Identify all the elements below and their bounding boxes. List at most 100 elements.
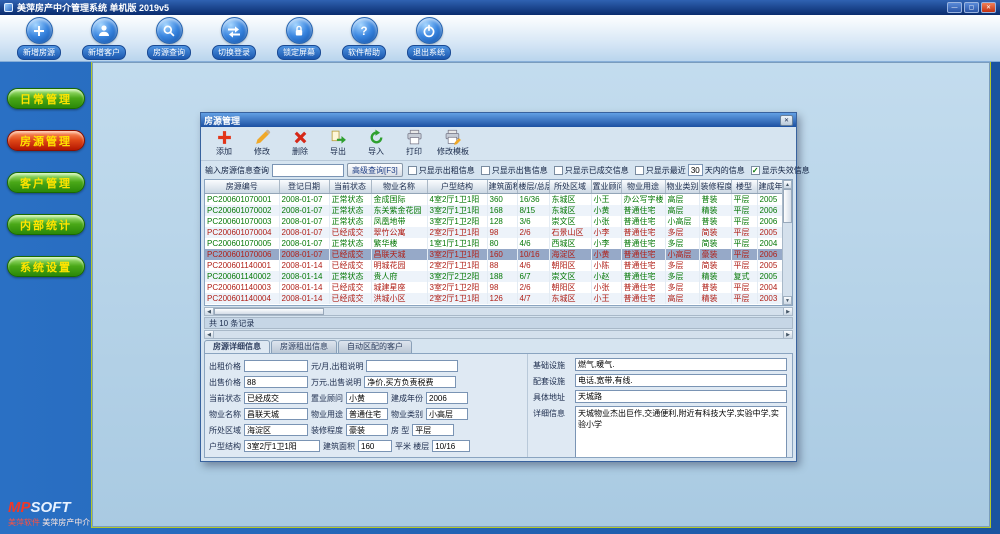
sidebar-item[interactable]: 客户管理 [7, 172, 85, 193]
column-header[interactable]: 装修程度 [699, 180, 731, 193]
field-input[interactable] [575, 374, 787, 387]
filter-checkbox[interactable]: 只显示出售信息 [481, 165, 548, 176]
scroll-left-icon[interactable] [205, 331, 214, 338]
field-input[interactable] [575, 358, 787, 371]
column-header[interactable]: 楼型 [731, 180, 757, 193]
minimize-button[interactable] [947, 2, 962, 13]
filter-checkbox[interactable]: ✓显示失效信息 [751, 165, 810, 176]
dialog-close-button[interactable] [780, 115, 793, 126]
cell: 平层 [731, 238, 757, 249]
checkbox-icon[interactable] [408, 166, 417, 175]
cell: 多层 [665, 238, 699, 249]
field-input[interactable] [426, 408, 468, 420]
scroll-right-icon[interactable] [783, 308, 792, 315]
toolbar-button[interactable]: 新增房源 [14, 17, 64, 61]
table-row[interactable]: PC2006010700012008-01-07正常状态金成国际4室2厅1卫1阳… [205, 193, 789, 205]
column-header[interactable]: 建筑面积 [487, 180, 517, 193]
dialog-titlebar[interactable]: 房源管理 [201, 113, 796, 127]
column-header[interactable]: 所处区域 [549, 180, 591, 193]
checkbox-icon[interactable] [554, 166, 563, 175]
field-input[interactable] [244, 376, 308, 388]
field-input[interactable] [412, 424, 454, 436]
column-header[interactable]: 当前状态 [329, 180, 371, 193]
field-input[interactable] [426, 392, 468, 404]
dialog-tool-button[interactable]: 导出 [323, 129, 353, 157]
column-header[interactable]: 楼层/总层 [517, 180, 549, 193]
detail-tab[interactable]: 房源详细信息 [204, 340, 270, 353]
table-row[interactable]: PC2006011400022008-01-14正常状态贵人府3室2厅2卫2阳1… [205, 271, 789, 282]
dialog-tool-button[interactable]: 打印 [399, 129, 429, 157]
hscroll-thumb[interactable] [214, 308, 324, 315]
field-input[interactable] [346, 424, 388, 436]
maximize-button[interactable] [964, 2, 979, 13]
sidebar-item[interactable]: 内部统计 [7, 214, 85, 235]
sidebar-item[interactable]: 房源管理 [7, 130, 85, 151]
sidebar-item[interactable]: 系统设置 [7, 256, 85, 277]
field-input[interactable] [366, 360, 458, 372]
toolbar-button[interactable]: 退出系统 [404, 17, 454, 61]
column-header[interactable]: 物业名称 [371, 180, 427, 193]
dialog-tool-button[interactable]: 添加 [209, 129, 239, 157]
table-row[interactable]: PC2006011400042008-01-14已经成交洪城小区2室2厅1卫1阳… [205, 293, 789, 304]
field-input[interactable] [364, 376, 456, 388]
scroll-right-icon[interactable] [783, 331, 792, 338]
table-row[interactable]: PC2006010700062008-01-07已经成交昌联天城3室2厅1卫1阳… [205, 249, 789, 260]
table-row[interactable]: PC2006011400012008-01-14已经成交明城花园2室2厅1卫1阳… [205, 260, 789, 271]
toolbar-button[interactable]: 切换登录 [209, 17, 259, 61]
field-input[interactable] [358, 440, 392, 452]
field-input[interactable] [244, 424, 308, 436]
table-row[interactable]: PC2006010700022008-01-07正常状态东关紫金花园3室2厅1卫… [205, 205, 789, 216]
close-button[interactable] [981, 2, 996, 13]
search-input[interactable] [272, 164, 344, 177]
scroll-down-icon[interactable] [783, 296, 792, 305]
toolbar-button[interactable]: 新增客户 [79, 17, 129, 61]
field-input[interactable] [244, 408, 308, 420]
field-input[interactable] [432, 440, 470, 452]
field-input[interactable] [575, 390, 787, 403]
horizontal-scrollbar-2[interactable] [204, 330, 793, 339]
column-header[interactable]: 物业用途 [621, 180, 665, 193]
detail-row: 出售价格万元,出售说明 [209, 374, 523, 390]
dialog-tool-button[interactable]: 导入 [361, 129, 391, 157]
vertical-scrollbar[interactable] [782, 180, 792, 305]
filter-checkbox[interactable]: 只显示出租信息 [408, 165, 475, 176]
advanced-search-button[interactable]: 高级查询[F3] [347, 163, 403, 177]
dialog-tool-button[interactable]: 修改 [247, 129, 277, 157]
filter-checkbox[interactable]: 只显示最近天内的信息 [635, 164, 745, 176]
field-input[interactable] [244, 360, 308, 372]
dialog-tool-button[interactable]: 修改模板 [437, 129, 469, 157]
close-icon [986, 4, 991, 11]
field-input[interactable] [244, 392, 308, 404]
column-header[interactable]: 物业类别 [665, 180, 699, 193]
checkbox-icon[interactable]: ✓ [751, 166, 760, 175]
field-input[interactable] [346, 392, 388, 404]
toolbar-button[interactable]: 房源查询 [144, 17, 194, 61]
table-row[interactable]: PC2006010700042008-01-07已经成交翠竹公寓2室2厅1卫1阳… [205, 227, 789, 238]
field-input[interactable] [575, 406, 787, 458]
days-input[interactable] [688, 164, 703, 176]
scroll-up-icon[interactable] [783, 180, 792, 189]
table-row[interactable]: PC2006010700052008-01-07正常状态繁华楼1室1厅1卫1阳8… [205, 238, 789, 249]
column-header[interactable]: 房源编号 [205, 180, 279, 193]
cell: 东关紫金花园 [371, 205, 427, 216]
filter-checkbox[interactable]: 只显示已成交信息 [554, 165, 629, 176]
cell: 小王 [591, 293, 621, 304]
scroll-left-icon[interactable] [205, 308, 214, 315]
table-row[interactable]: PC2006010700032008-01-07正常状态凤凰地带3室2厅1卫2阳… [205, 216, 789, 227]
horizontal-scrollbar[interactable] [204, 307, 793, 316]
column-header[interactable]: 户型结构 [427, 180, 487, 193]
sidebar-item[interactable]: 日常管理 [7, 88, 85, 109]
checkbox-icon[interactable] [635, 166, 644, 175]
dialog-tool-button[interactable]: 删除 [285, 129, 315, 157]
toolbar-button[interactable]: ?软件帮助 [339, 17, 389, 61]
field-input[interactable] [244, 440, 320, 452]
vscroll-thumb[interactable] [783, 189, 792, 223]
table-row[interactable]: PC2006011400032008-01-14已经成交城建星座3室2厅1卫2阳… [205, 282, 789, 293]
column-header[interactable]: 置业顾问 [591, 180, 621, 193]
detail-tab[interactable]: 自动区配的客户 [338, 340, 412, 353]
toolbar-button[interactable]: 锁定屏幕 [274, 17, 324, 61]
detail-tab[interactable]: 房源租出信息 [271, 340, 337, 353]
column-header[interactable]: 登记日期 [279, 180, 329, 193]
field-input[interactable] [346, 408, 388, 420]
checkbox-icon[interactable] [481, 166, 490, 175]
